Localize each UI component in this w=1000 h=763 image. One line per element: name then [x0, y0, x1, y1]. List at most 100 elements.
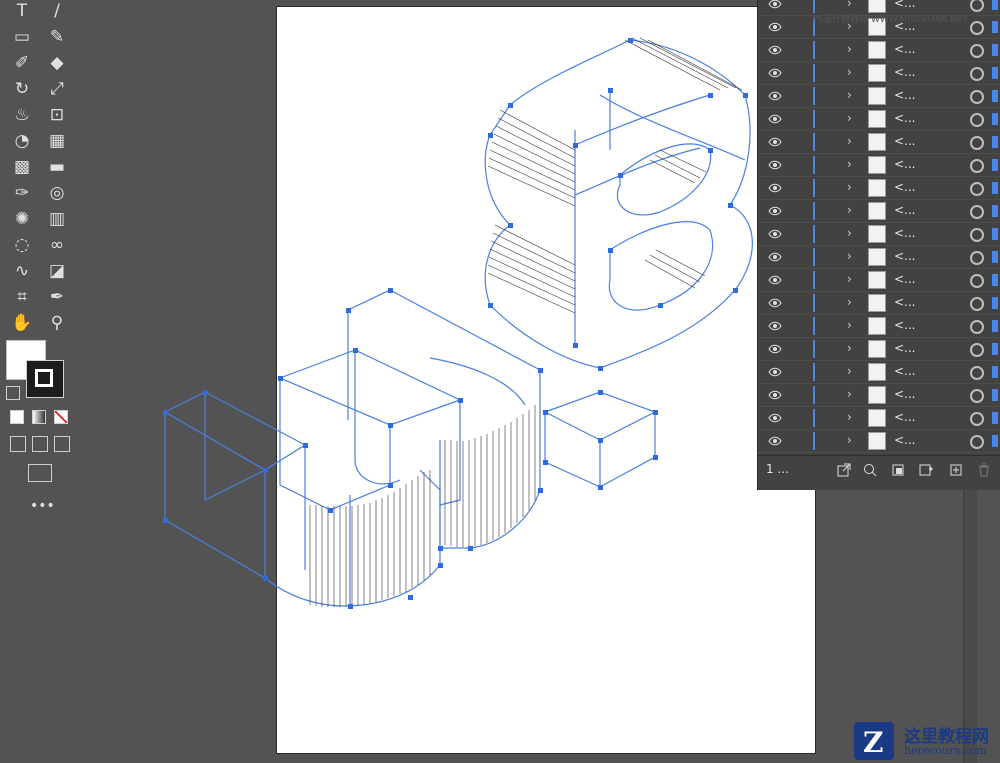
perspective-grid-tool-icon[interactable]: ▦ [45, 130, 69, 152]
crop-tool-icon[interactable]: ⌗ [10, 286, 34, 308]
chevron-right-icon[interactable]: › [847, 0, 852, 10]
layer-row[interactable]: › <... [758, 85, 1000, 108]
selection-indicator[interactable] [992, 159, 998, 171]
target-circle-icon[interactable] [970, 297, 984, 311]
default-fill-stroke-icon[interactable] [6, 386, 20, 400]
scale-tool-icon[interactable]: ⤢ [45, 78, 69, 100]
symbol-sprayer-tool-icon[interactable]: ✺ [10, 208, 34, 230]
layer-row[interactable]: › <... [758, 131, 1000, 154]
visibility-eye-icon[interactable] [768, 320, 782, 332]
selection-indicator[interactable] [992, 67, 998, 79]
target-circle-icon[interactable] [970, 228, 984, 242]
layer-row[interactable]: › <... [758, 154, 1000, 177]
chevron-right-icon[interactable]: › [847, 410, 852, 424]
type-tool-icon[interactable]: T [10, 0, 34, 22]
visibility-eye-icon[interactable] [768, 21, 782, 33]
draw-normal-icon[interactable] [10, 436, 26, 452]
chevron-right-icon[interactable]: › [847, 364, 852, 378]
visibility-eye-icon[interactable] [768, 67, 782, 79]
layer-row[interactable]: › <... [758, 292, 1000, 315]
new-layer-icon[interactable] [948, 462, 964, 478]
target-circle-icon[interactable] [970, 251, 984, 265]
hand-tool-icon[interactable]: ✋ [10, 312, 34, 334]
rectangle-tool-icon[interactable]: ▭ [10, 26, 34, 48]
visibility-eye-icon[interactable] [768, 136, 782, 148]
selection-indicator[interactable] [992, 435, 998, 447]
visibility-eye-icon[interactable] [768, 0, 782, 10]
gradient-tool-icon[interactable]: ▬ [45, 156, 69, 178]
chevron-right-icon[interactable]: › [847, 180, 852, 194]
warp-tool-icon[interactable]: ♨ [10, 104, 34, 126]
chevron-right-icon[interactable]: › [847, 249, 852, 263]
target-circle-icon[interactable] [970, 366, 984, 380]
target-circle-icon[interactable] [970, 205, 984, 219]
export-icon[interactable] [836, 462, 852, 478]
layer-row[interactable]: › <... [758, 407, 1000, 430]
visibility-eye-icon[interactable] [768, 182, 782, 194]
artboard-tool-icon[interactable]: ◌ [10, 234, 34, 256]
draw-inside-icon[interactable] [54, 436, 70, 452]
chevron-right-icon[interactable]: › [847, 88, 852, 102]
layer-row[interactable]: › <... [758, 39, 1000, 62]
selection-indicator[interactable] [992, 320, 998, 332]
layer-row[interactable]: › <... [758, 177, 1000, 200]
artboard[interactable] [276, 6, 816, 754]
create-sublayer-icon[interactable] [918, 462, 934, 478]
visibility-eye-icon[interactable] [768, 389, 782, 401]
target-circle-icon[interactable] [970, 136, 984, 150]
layer-row[interactable]: › <... [758, 108, 1000, 131]
shape-builder-tool-icon[interactable]: ◔ [10, 130, 34, 152]
chevron-right-icon[interactable]: › [847, 157, 852, 171]
layer-row[interactable]: › <... [758, 246, 1000, 269]
selection-indicator[interactable] [992, 136, 998, 148]
chevron-right-icon[interactable]: › [847, 111, 852, 125]
delete-layer-icon[interactable] [976, 462, 992, 478]
layer-row[interactable]: › <... [758, 384, 1000, 407]
chevron-right-icon[interactable]: › [847, 42, 852, 56]
visibility-eye-icon[interactable] [768, 251, 782, 263]
make-clipping-mask-icon[interactable] [890, 462, 906, 478]
visibility-eye-icon[interactable] [768, 343, 782, 355]
chevron-right-icon[interactable]: › [847, 203, 852, 217]
more-tools-button[interactable]: ••• [30, 498, 55, 514]
visibility-eye-icon[interactable] [768, 159, 782, 171]
free-transform-tool-icon[interactable]: ⊡ [45, 104, 69, 126]
target-circle-icon[interactable] [970, 0, 984, 12]
gradient-fill-icon[interactable] [32, 410, 46, 424]
visibility-eye-icon[interactable] [768, 113, 782, 125]
layer-row[interactable]: › <... [758, 315, 1000, 338]
selection-indicator[interactable] [992, 297, 998, 309]
chevron-right-icon[interactable]: › [847, 134, 852, 148]
visibility-eye-icon[interactable] [768, 435, 782, 447]
mesh-tool-icon[interactable]: ▩ [10, 156, 34, 178]
none-fill-icon[interactable] [54, 410, 68, 424]
visibility-eye-icon[interactable] [768, 297, 782, 309]
rotate-tool-icon[interactable]: ↻ [10, 78, 34, 100]
eyedropper-tool-icon[interactable]: ✑ [10, 182, 34, 204]
selection-indicator[interactable] [992, 0, 998, 10]
fill-color-icon[interactable] [10, 410, 24, 424]
selection-indicator[interactable] [992, 205, 998, 217]
locate-object-icon[interactable] [862, 462, 878, 478]
layer-row[interactable]: › <... [758, 338, 1000, 361]
target-circle-icon[interactable] [970, 435, 984, 449]
selection-indicator[interactable] [992, 90, 998, 102]
target-circle-icon[interactable] [970, 182, 984, 196]
live-paint-tool-icon[interactable]: ◪ [45, 260, 69, 282]
layer-row[interactable]: › <... [758, 361, 1000, 384]
eraser-tool-icon[interactable]: ◆ [45, 52, 69, 74]
layer-row[interactable]: › <... [758, 269, 1000, 292]
layer-row[interactable]: › <... [758, 430, 1000, 453]
chevron-right-icon[interactable]: › [847, 272, 852, 286]
selection-indicator[interactable] [992, 182, 998, 194]
zoom-tool-icon[interactable]: ⚲ [45, 312, 69, 334]
target-circle-icon[interactable] [970, 274, 984, 288]
column-graph-tool-icon[interactable]: ▥ [45, 208, 69, 230]
chevron-right-icon[interactable]: › [847, 65, 852, 79]
target-circle-icon[interactable] [970, 343, 984, 357]
layer-row[interactable]: › <... [758, 62, 1000, 85]
curvature-tool-icon[interactable]: ∿ [10, 260, 34, 282]
selection-indicator[interactable] [992, 389, 998, 401]
chevron-right-icon[interactable]: › [847, 226, 852, 240]
chevron-right-icon[interactable]: › [847, 387, 852, 401]
